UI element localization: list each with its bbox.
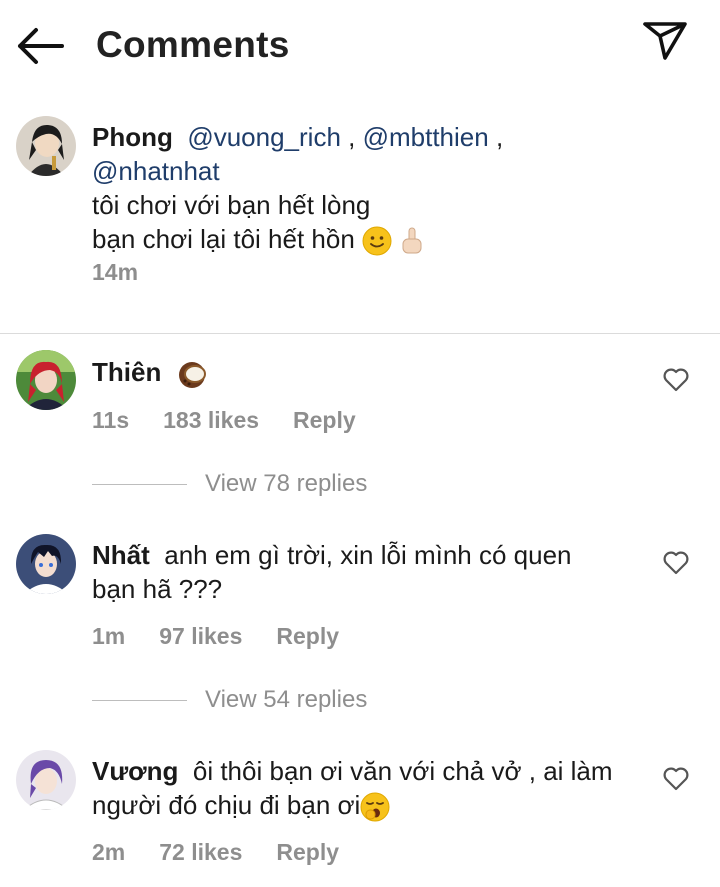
- comment-time: 1m: [92, 623, 126, 649]
- comment-line-2: bạn hã ???: [92, 574, 223, 604]
- view-replies-label: View 54 replies: [205, 686, 368, 713]
- view-replies-button[interactable]: View 78 replies: [92, 470, 367, 498]
- comment-likes[interactable]: 72 likes: [159, 839, 242, 866]
- mention-mbtthien[interactable]: @mbtthien: [363, 122, 489, 152]
- comment-meta: 1m 97 likes Reply: [92, 623, 373, 650]
- page-title: Comments: [96, 24, 290, 65]
- mention-separator: ,: [340, 122, 363, 152]
- reply-button[interactable]: Reply: [276, 839, 339, 866]
- view-replies-button[interactable]: View 54 replies: [92, 686, 367, 714]
- mention-separator: ,: [488, 122, 504, 152]
- heart-icon[interactable]: [662, 549, 690, 577]
- caption-meta: 14m: [92, 259, 172, 286]
- comment-meta: 11s 183 likes Reply: [92, 407, 390, 434]
- caption-line-2: bạn chơi lại tôi hết hồn: [92, 224, 355, 254]
- reply-button[interactable]: Reply: [276, 623, 339, 650]
- paper-plane-icon[interactable]: [640, 18, 690, 64]
- yawning-face-icon: [360, 792, 390, 822]
- avatar-thien[interactable]: [16, 350, 76, 410]
- view-replies-line: [92, 483, 187, 485]
- comment-line-1: ôi thôi bạn ơi văn với chả vở , ai làm: [192, 756, 613, 786]
- mention-vuong-rich[interactable]: @vuong_rich: [187, 122, 341, 152]
- heart-icon[interactable]: [662, 366, 690, 394]
- comment-author[interactable]: Vương: [92, 756, 178, 786]
- mention-nhatnhat[interactable]: @nhatnhat: [92, 156, 220, 186]
- heart-icon[interactable]: [662, 765, 690, 793]
- comment-text: Thiên: [92, 355, 210, 389]
- view-replies-line: [92, 699, 187, 701]
- comment-line-1: anh em gì trời, xin lỗi mình có quen: [164, 540, 572, 570]
- avatar-nhat[interactable]: [16, 534, 76, 594]
- slightly-smiling-face-icon: [362, 226, 392, 256]
- arrow-left-icon[interactable]: [14, 24, 66, 68]
- comment-author[interactable]: Nhất: [92, 540, 150, 570]
- avatar-vuong[interactable]: [16, 750, 76, 810]
- caption-author[interactable]: Phong: [92, 122, 173, 152]
- caption-text: Phong @vuong_rich , @mbtthien , @nhatnha…: [92, 120, 702, 256]
- comment-likes[interactable]: 183 likes: [163, 407, 259, 434]
- comment-likes[interactable]: 97 likes: [159, 623, 242, 650]
- comment-line-2: người đó chịu đi bạn ơi: [92, 790, 361, 820]
- comment-text: Vương ôi thôi bạn ơi văn với chả vở , ai…: [92, 754, 652, 822]
- middle-finger-icon: [402, 227, 422, 254]
- comment-meta: 2m 72 likes Reply: [92, 839, 373, 866]
- view-replies-label: View 78 replies: [205, 470, 368, 497]
- coconut-icon: [178, 362, 206, 389]
- avatar-phong[interactable]: [16, 116, 76, 176]
- comment-time: 11s: [92, 407, 130, 433]
- comment-text: Nhất anh em gì trời, xin lỗi mình có que…: [92, 538, 652, 606]
- caption-time: 14m: [92, 259, 139, 285]
- reply-button[interactable]: Reply: [293, 407, 356, 434]
- caption-line-1: tôi chơi với bạn hết lòng: [92, 190, 371, 220]
- comment-time: 2m: [92, 839, 126, 865]
- header-bar: Comments: [0, 0, 720, 92]
- divider: [0, 333, 720, 334]
- comment-author[interactable]: Thiên: [92, 357, 161, 387]
